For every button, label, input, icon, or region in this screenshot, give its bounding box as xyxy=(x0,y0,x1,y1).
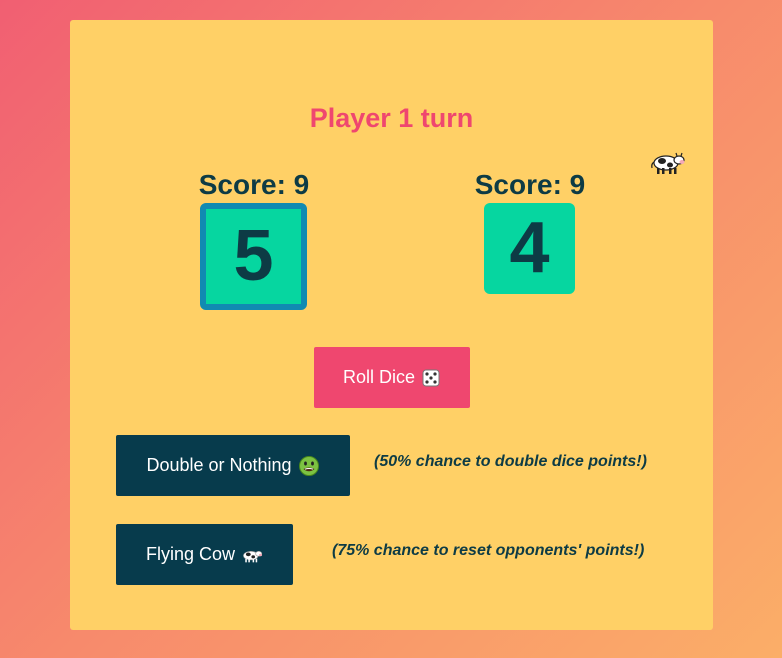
flying-cow-label: Flying Cow xyxy=(145,544,236,564)
cow-icon xyxy=(241,546,263,564)
flying-cow-button[interactable]: Flying Cow xyxy=(116,524,293,585)
player-1-die: 5 xyxy=(200,203,307,310)
player-2-score: Score: 9 xyxy=(474,169,586,200)
player-2-die: 4 xyxy=(484,203,575,294)
player-1-score: Score: 9 xyxy=(198,169,310,200)
double-or-nothing-button[interactable]: Double or Nothing xyxy=(116,435,350,496)
roll-dice-button[interactable]: Roll Dice xyxy=(314,347,470,408)
double-or-nothing-label: Double or Nothing xyxy=(146,455,292,475)
double-or-nothing-hint: (50% chance to double dice points!) xyxy=(374,453,647,470)
game-card: Player 1 turn Score: 9 Score: 9 5 4 Roll… xyxy=(70,20,713,630)
cow-icon xyxy=(650,148,686,176)
turn-title: Player 1 turn xyxy=(309,103,474,133)
die-icon xyxy=(421,368,441,388)
flying-cow-hint: (75% chance to reset opponents' points!) xyxy=(332,542,645,559)
roll-dice-label: Roll Dice xyxy=(342,367,416,387)
nauseated-face-icon xyxy=(298,455,320,477)
